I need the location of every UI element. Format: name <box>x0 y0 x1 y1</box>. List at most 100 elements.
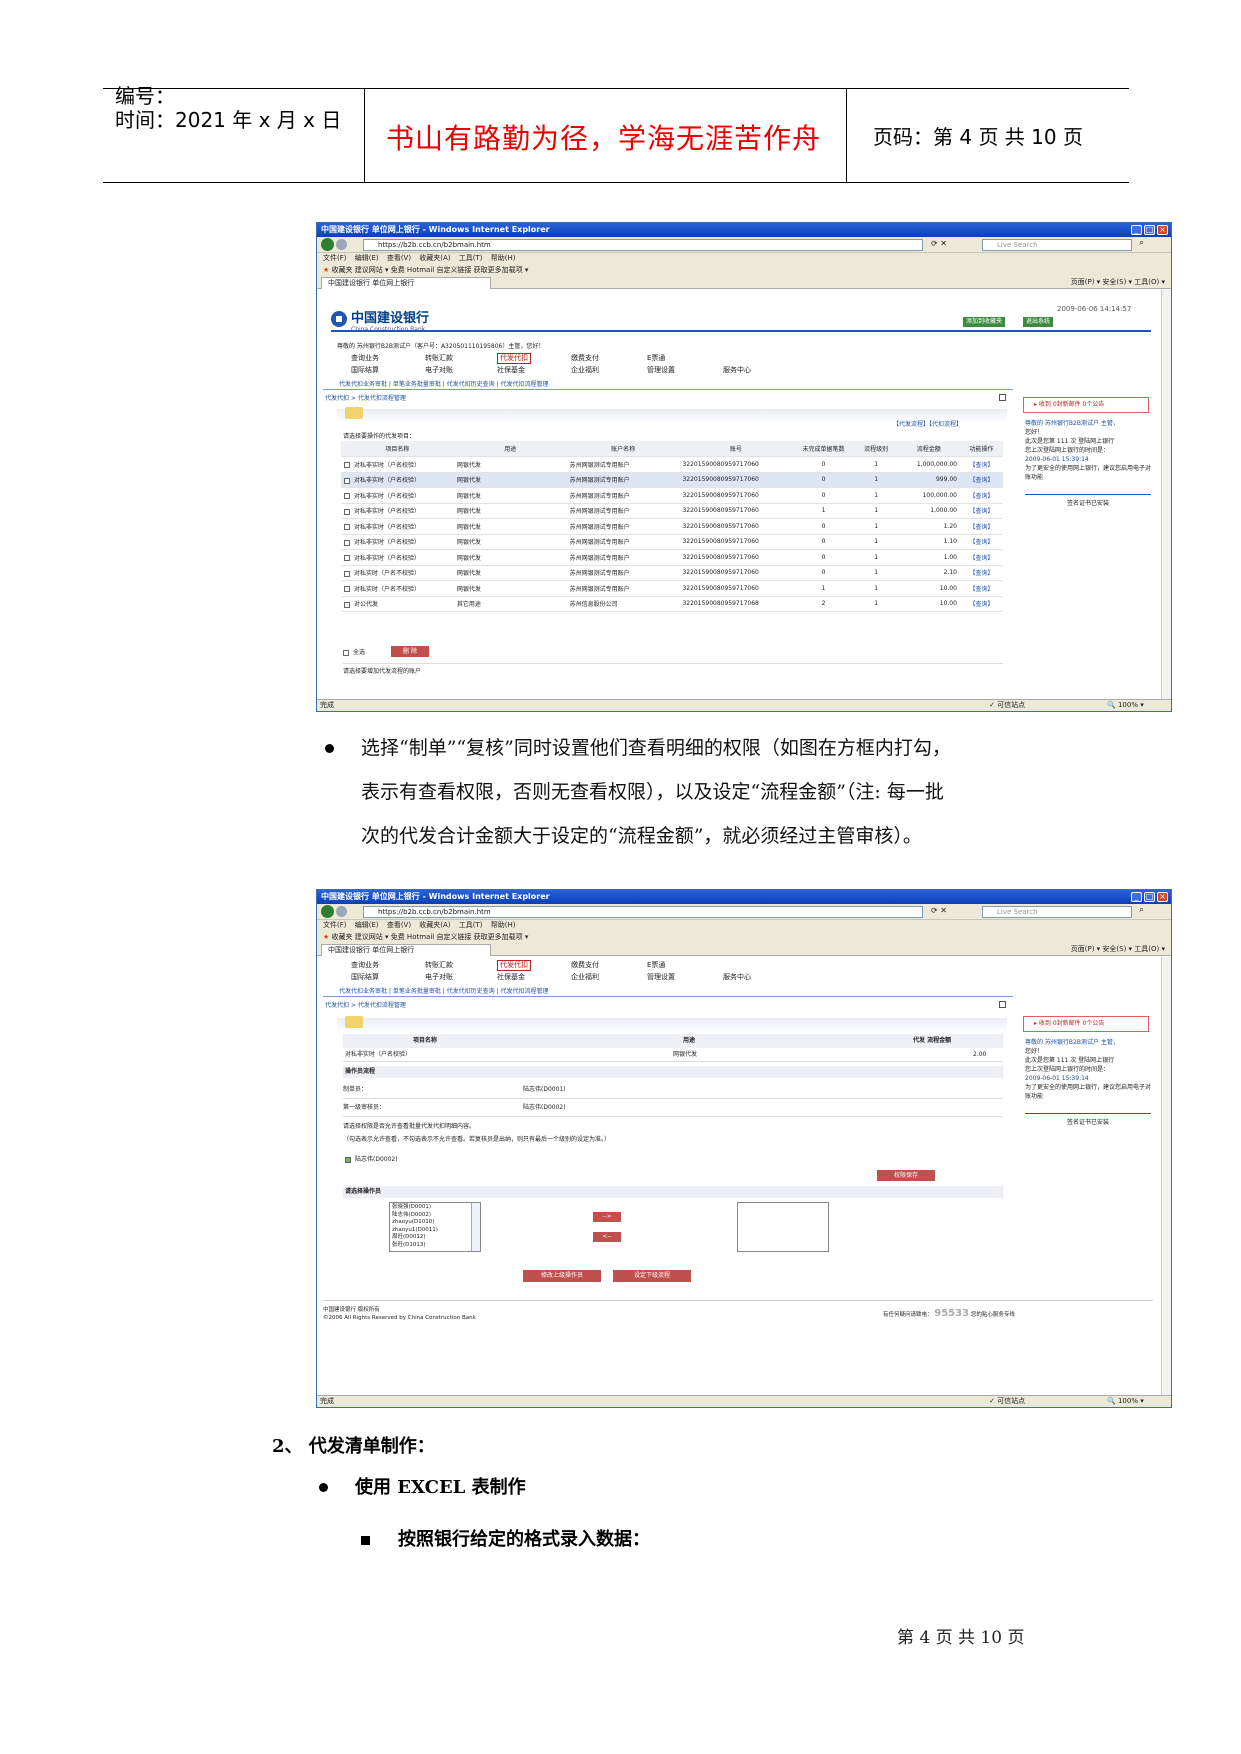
row-checkbox[interactable] <box>344 586 350 593</box>
nav-intl[interactable]: 国际结算 <box>351 972 379 983</box>
table-row[interactable]: 对公代发 其它用途 苏州信息股份公司 32201590080959717068 2 1 10… <box>341 596 1003 612</box>
row-checkbox[interactable] <box>344 539 350 546</box>
list-item[interactable]: 周旺(D0012) <box>392 1234 478 1242</box>
nav-service[interactable]: 服务中心 <box>723 972 751 983</box>
back-icon[interactable] <box>321 905 334 918</box>
add-favorite-button[interactable]: 添加到收藏夹 <box>963 317 1006 327</box>
operator-list[interactable]: 张晓强(D0001) 陆志伟(D0002) zhaoyu(D1010) zhaoyu1… <box>389 1202 481 1252</box>
table-row[interactable]: 对私非实时（户名校验） 网银代发 苏州网银测试专用账户 322015900809597… <box>341 549 1003 566</box>
minimize-icon[interactable]: _ <box>1131 225 1142 235</box>
next-flow-button[interactable]: 设定下级流程 <box>613 1270 691 1282</box>
search-input[interactable]: Live Search <box>982 239 1132 251</box>
mail-notice[interactable]: ▸ 收到 0封新邮件 0个公告 <box>1023 1016 1149 1032</box>
table-row[interactable]: 对私非实时（户名校验） 网银代发 苏州网银测试专用账户 322015900809597… <box>341 503 1003 519</box>
row-checkbox[interactable] <box>344 462 350 469</box>
window-icon[interactable] <box>999 394 1006 401</box>
query-link[interactable]: 【查询】 <box>959 456 1003 473</box>
window-icon[interactable] <box>999 1001 1006 1008</box>
nav-transfer[interactable]: 转账汇款 <box>425 960 453 971</box>
favorites-bar[interactable]: ★ 收藏夹 建议网站 ▾ 免费 Hotmail 自定义链接 获取更多加载项 ▾ <box>317 264 1171 276</box>
add-operator-button[interactable]: --> <box>593 1212 621 1222</box>
favorites-bar[interactable]: ★ 收藏夹 建议网站 ▾ 免费 Hotmail 自定义链接 获取更多加载项 ▾ <box>317 931 1171 943</box>
maximize-icon[interactable]: □ <box>1144 892 1155 902</box>
table-row[interactable]: 对私实时（户名不校验） 网银代发 苏州网银测试专用账户 322015900809597… <box>341 580 1003 597</box>
nav-intl[interactable]: 国际结算 <box>351 365 379 376</box>
table-row[interactable]: 对私非实时（户名校验） 网银代发 苏州网银测试专用账户 322015900809597… <box>341 472 1003 488</box>
select-all-checkbox[interactable] <box>343 649 349 656</box>
table-row[interactable]: 对私实时（户名不校验） 网银代发 苏州网银测试专用账户 322015900809597… <box>341 565 1003 581</box>
table-row[interactable]: 对私非实时（户名校验） 网银代发 苏州网银测试专用账户 322015900809597… <box>341 456 1003 473</box>
nav-transfer[interactable]: 转账汇款 <box>425 353 453 364</box>
row-checkbox[interactable] <box>344 555 350 562</box>
nav-service[interactable]: 服务中心 <box>723 365 751 376</box>
status-zoom[interactable]: 🔍 100% ▾ <box>1107 1396 1144 1407</box>
nav-settings[interactable]: 管理设置 <box>647 972 675 983</box>
nav-welfare[interactable]: 企业福利 <box>571 365 599 376</box>
list-item[interactable]: zhaoyu(D1010) <box>392 1219 478 1227</box>
nav-ebill[interactable]: E票通 <box>647 353 665 364</box>
nav-payroll[interactable]: 代发代扣 <box>497 353 531 364</box>
command-bar[interactable]: 页面(P) ▾ 安全(S) ▾ 工具(O) ▾ <box>1071 943 1165 956</box>
search-icon[interactable]: ⌕ <box>1139 238 1144 248</box>
nav-social[interactable]: 社保基金 <box>497 972 525 983</box>
sub-nav[interactable]: 代发代扣业务审批 | 单笔业务批量审批 | 代发代扣历史查询 | 代发代扣流程管… <box>339 379 549 388</box>
row-checkbox[interactable] <box>344 570 350 577</box>
refresh-icon[interactable]: ⟳ ✕ <box>931 906 947 915</box>
query-link[interactable]: 【查询】 <box>959 549 1003 566</box>
query-link[interactable]: 【查询】 <box>959 487 1003 504</box>
nav-query[interactable]: 查询业务 <box>351 353 379 364</box>
forward-icon[interactable] <box>336 239 347 250</box>
flow-links[interactable]: 【代发流程】【代扣流程】 <box>893 419 962 428</box>
list-scrollbar[interactable] <box>471 1203 480 1251</box>
mail-notice[interactable]: ▸ 收到 0封新邮件 0个公告 <box>1023 397 1149 413</box>
table-row[interactable]: 对私非实时（户名校验） 网银代发 苏州网银测试专用账户 322015900809597… <box>341 518 1003 535</box>
forward-icon[interactable] <box>336 906 347 917</box>
remove-operator-button[interactable]: <-- <box>593 1232 621 1242</box>
search-icon[interactable]: ⌕ <box>1139 905 1144 915</box>
maximize-icon[interactable]: □ <box>1144 225 1155 235</box>
tab-bank[interactable]: 中国建设银行 单位网上银行 <box>321 277 491 289</box>
nav-social[interactable]: 社保基金 <box>497 365 525 376</box>
status-zoom[interactable]: 🔍 100% ▾ <box>1107 700 1144 711</box>
command-bar[interactable]: 页面(P) ▾ 安全(S) ▾ 工具(O) ▾ <box>1071 276 1165 289</box>
menu-bar[interactable]: 文件(F) 编辑(E) 查看(V) 收藏夹(A) 工具(T) 帮助(H) <box>317 920 1171 931</box>
query-link[interactable]: 【查询】 <box>959 518 1003 535</box>
query-link[interactable]: 【查询】 <box>959 596 1003 612</box>
nav-settings[interactable]: 管理设置 <box>647 365 675 376</box>
refresh-icon[interactable]: ⟳ ✕ <box>931 239 947 248</box>
row-checkbox[interactable] <box>344 524 350 531</box>
address-input[interactable]: https://b2b.ccb.cn/b2bmain.htm <box>363 906 923 918</box>
prev-operator-button[interactable]: 修改上级操作员 <box>523 1270 601 1282</box>
close-icon[interactable]: × <box>1157 892 1168 902</box>
nav-ebill-check[interactable]: 电子对账 <box>425 972 453 983</box>
nav-payment[interactable]: 缴费支付 <box>571 353 599 364</box>
minimize-icon[interactable]: _ <box>1131 892 1142 902</box>
menu-bar[interactable]: 文件(F) 编辑(E) 查看(V) 收藏夹(A) 工具(T) 帮助(H) <box>317 253 1171 264</box>
nav-welfare[interactable]: 企业福利 <box>571 972 599 983</box>
nav-ebill-check[interactable]: 电子对账 <box>425 365 453 376</box>
nav-ebill[interactable]: E票通 <box>647 960 665 971</box>
list-item[interactable]: 张旺(D1013) <box>392 1242 478 1250</box>
selected-operator-list[interactable] <box>737 1202 829 1252</box>
close-icon[interactable]: × <box>1157 225 1168 235</box>
query-link[interactable]: 【查询】 <box>959 503 1003 519</box>
address-input[interactable]: https://b2b.ccb.cn/b2bmain.htm <box>363 239 923 251</box>
scrollbar[interactable] <box>1161 957 1171 1395</box>
back-icon[interactable] <box>321 238 334 251</box>
query-link[interactable]: 【查询】 <box>959 472 1003 488</box>
sub-nav[interactable]: 代发代扣业务审批 | 单笔业务批量审批 | 代发代扣历史查询 | 代发代扣流程管… <box>339 986 549 995</box>
query-link[interactable]: 【查询】 <box>959 534 1003 550</box>
list-item[interactable]: zhaoyu1(D0011) <box>392 1227 478 1235</box>
row-checkbox[interactable] <box>344 477 350 484</box>
perm-checkbox[interactable] <box>345 1156 351 1163</box>
nav-payment[interactable]: 缴费支付 <box>571 960 599 971</box>
table-row[interactable]: 对私非实时（户名校验） 网银代发 苏州网银测试专用账户 322015900809597… <box>341 534 1003 550</box>
scrollbar[interactable] <box>1161 290 1171 699</box>
row-checkbox[interactable] <box>344 493 350 500</box>
nav-payroll[interactable]: 代发代扣 <box>497 960 531 971</box>
tab-bank[interactable]: 中国建设银行 单位网上银行 <box>321 944 491 956</box>
row-checkbox[interactable] <box>344 601 350 608</box>
list-item[interactable]: 陆志伟(D0002) <box>392 1212 478 1220</box>
nav-query[interactable]: 查询业务 <box>351 960 379 971</box>
list-item[interactable]: 张晓强(D0001) <box>392 1204 478 1212</box>
